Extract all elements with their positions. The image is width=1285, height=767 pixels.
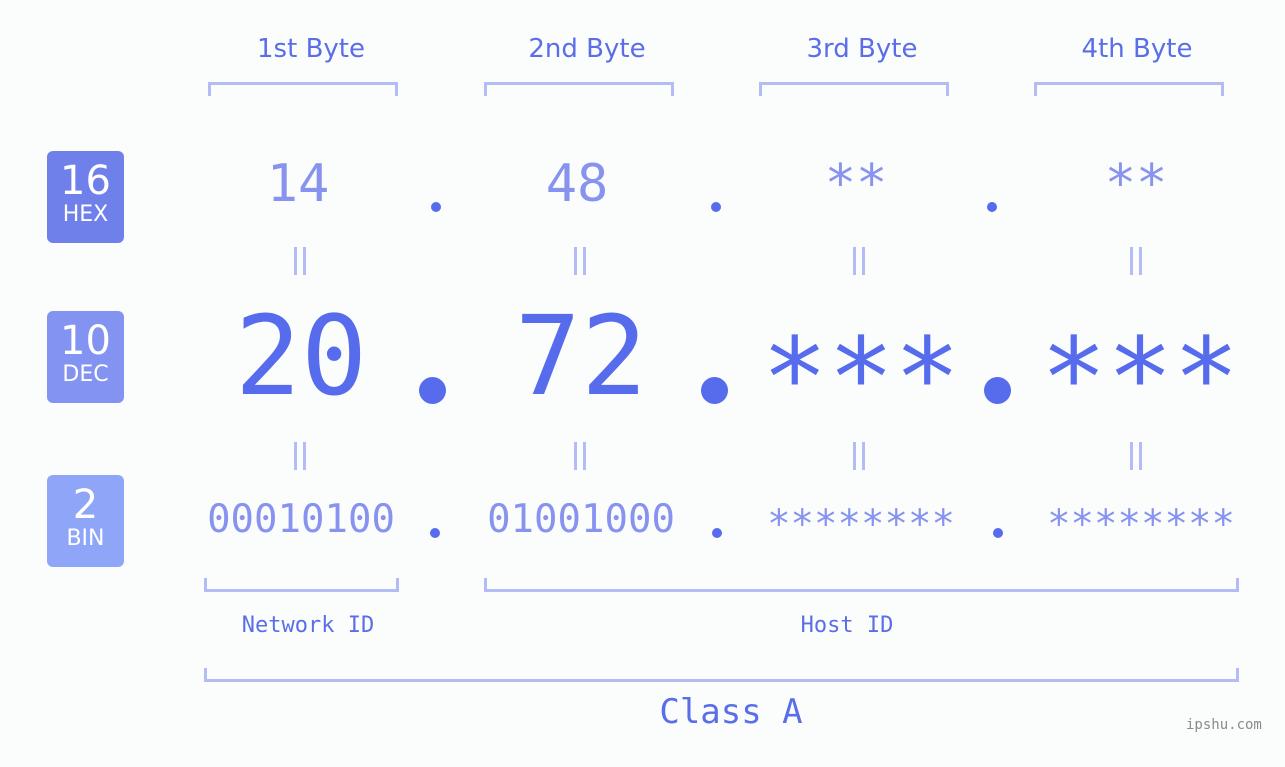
- bin-separator-dot: [430, 528, 440, 538]
- byte-bracket-3: [759, 82, 949, 96]
- dec-badge-number: 10: [60, 318, 111, 364]
- dec-separator-dot: [984, 377, 1011, 404]
- dec-byte-2: 72: [514, 292, 648, 420]
- hex-byte-1: 14: [266, 154, 330, 214]
- dec-byte-1: 20: [234, 292, 368, 420]
- equivalence-marker: [1116, 442, 1156, 478]
- bin-byte-4: ********: [1047, 502, 1235, 547]
- hex-byte-2: 48: [545, 154, 609, 214]
- byte-header-1: 1st Byte: [257, 34, 365, 64]
- byte-header-3: 3rd Byte: [806, 34, 918, 64]
- bin-badge-label: BIN: [66, 526, 105, 551]
- dec-byte-4: ***: [1040, 314, 1240, 442]
- hex-byte-4: **: [1104, 154, 1168, 214]
- hex-badge-label: HEX: [62, 202, 109, 227]
- host-id-bracket: [484, 578, 1239, 592]
- hex-separator-dot: [711, 202, 721, 212]
- equivalence-marker: [839, 247, 879, 283]
- class-bracket: [204, 668, 1239, 682]
- hex-badge-number: 16: [60, 158, 111, 204]
- dec-separator-dot: [419, 377, 446, 404]
- byte-bracket-2: [484, 82, 674, 96]
- host-id-label: Host ID: [800, 613, 894, 638]
- bin-badge: 2 BIN: [47, 475, 124, 567]
- hex-separator-dot: [431, 202, 441, 212]
- bin-badge-number: 2: [72, 482, 99, 528]
- dec-badge-label: DEC: [62, 362, 109, 387]
- equivalence-marker: [1116, 247, 1156, 283]
- bin-separator-dot: [712, 528, 722, 538]
- byte-bracket-1: [208, 82, 398, 96]
- byte-bracket-4: [1034, 82, 1224, 96]
- network-id-bracket: [204, 578, 399, 592]
- hex-separator-dot: [987, 202, 997, 212]
- equivalence-marker: [280, 442, 320, 478]
- equivalence-marker: [280, 247, 320, 283]
- equivalence-marker: [839, 442, 879, 478]
- byte-header-4: 4th Byte: [1081, 34, 1193, 64]
- class-label: Class A: [659, 692, 803, 732]
- bin-byte-2: 01001000: [487, 497, 675, 542]
- network-id-label: Network ID: [241, 613, 375, 638]
- watermark: ipshu.com: [1186, 717, 1262, 733]
- hex-byte-3: **: [824, 154, 888, 214]
- dec-separator-dot: [701, 377, 728, 404]
- dec-badge: 10 DEC: [47, 311, 124, 403]
- dec-byte-3: ***: [761, 314, 961, 442]
- equivalence-marker: [560, 442, 600, 478]
- bin-byte-3: ********: [767, 502, 955, 547]
- hex-badge: 16 HEX: [47, 151, 124, 243]
- byte-header-2: 2nd Byte: [528, 34, 646, 64]
- bin-byte-1: 00010100: [207, 497, 395, 542]
- bin-separator-dot: [993, 528, 1003, 538]
- equivalence-marker: [560, 247, 600, 283]
